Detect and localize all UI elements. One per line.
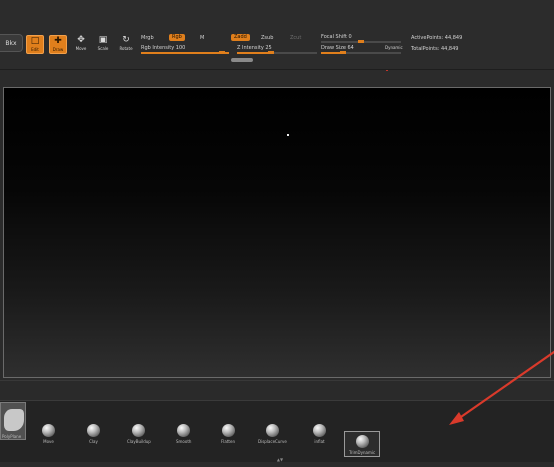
annotation-arrow <box>449 350 554 425</box>
